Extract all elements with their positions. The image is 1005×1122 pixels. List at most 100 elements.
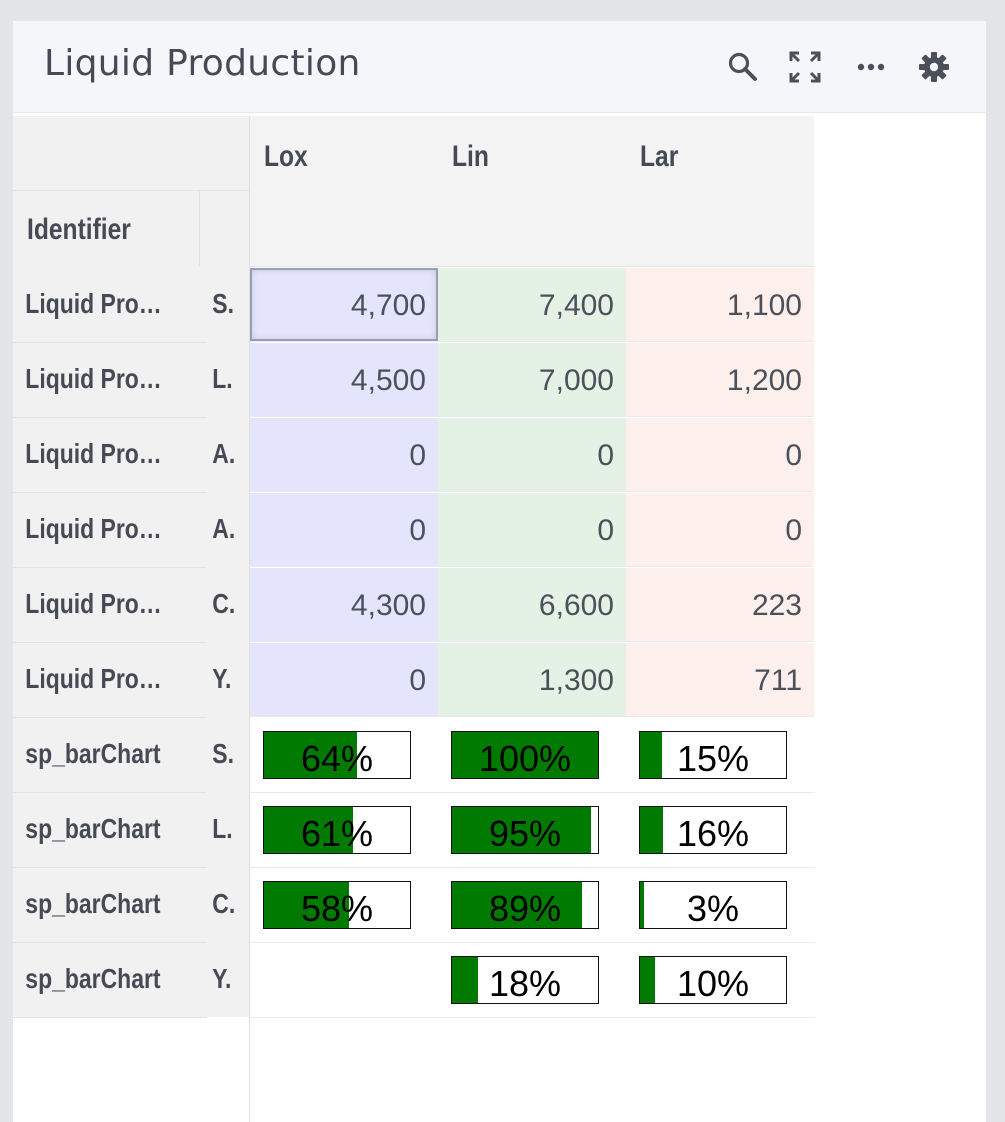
search-icon[interactable] <box>726 50 760 84</box>
bar-label: 15% <box>676 738 750 779</box>
value-text: 0 <box>785 514 802 547</box>
value-cell-lin[interactable]: 0 <box>438 493 626 567</box>
row-header[interactable]: sp_barChart L. <box>13 793 233 868</box>
value-cell-lin[interactable]: 0 <box>438 418 626 492</box>
value-cell-lox[interactable]: 0 <box>250 643 438 717</box>
row-header-code: C. <box>212 588 236 619</box>
value-cell-lox[interactable]: 4,500 <box>250 343 438 417</box>
row-header-name: Liquid Pro… <box>25 513 162 544</box>
value-cell-lar[interactable]: 0 <box>626 418 814 492</box>
value-cell-lin[interactable]: 6,600 <box>438 568 626 642</box>
row-header-name: Liquid Pro… <box>25 663 162 694</box>
value-text: 1,100 <box>726 289 802 322</box>
row-header-code: Y. <box>212 663 232 694</box>
row-header-code: C. <box>212 888 236 919</box>
column-header-label: Lox <box>264 140 308 173</box>
bar-label: 89% <box>488 888 562 929</box>
header-divider-vertical <box>199 191 200 266</box>
bar-cell-lox[interactable]: 58% <box>263 881 411 929</box>
row-header-name: sp_barChart <box>25 738 161 769</box>
value-text: 7,400 <box>538 289 614 322</box>
value-cell-lox[interactable]: 4,700 <box>250 268 438 342</box>
value-text: 0 <box>785 439 802 472</box>
row-divider <box>250 1017 815 1018</box>
value-text: 223 <box>751 589 802 622</box>
value-cell-lox[interactable]: 4,300 <box>250 568 438 642</box>
value-text: 0 <box>409 514 426 547</box>
bar-cell-lar[interactable]: 16% <box>639 806 787 854</box>
row-header[interactable]: Liquid Pro… A. <box>13 493 235 568</box>
row-header[interactable]: sp_barChart C. <box>13 868 235 943</box>
bar-cell-lox[interactable]: 61% <box>263 806 411 854</box>
bar-cell-lar[interactable]: 15% <box>639 731 787 779</box>
column-header-lar[interactable]: Lar <box>626 116 814 267</box>
bar-label: 58% <box>300 888 374 929</box>
bar-label: 18% <box>488 963 562 1004</box>
settings-icon[interactable] <box>917 50 951 84</box>
value-cell-lar[interactable]: 1,100 <box>626 268 814 342</box>
identifier-header[interactable]: Identifier <box>27 213 131 247</box>
bar-label: 100% <box>478 738 572 779</box>
value-text: 711 <box>754 664 802 697</box>
row-header-code: S. <box>212 288 234 319</box>
widget-panel: Liquid Production Identifier Lox Lin Lar… <box>13 21 986 1122</box>
row-header[interactable]: Liquid Pro… A. <box>13 418 235 493</box>
more-icon[interactable] <box>854 50 888 84</box>
bar-cell-lin[interactable]: 95% <box>451 806 599 854</box>
row-header-name: sp_barChart <box>25 813 161 844</box>
value-text: 1,300 <box>538 664 614 697</box>
row-header-code: A. <box>212 513 236 544</box>
row-header-name: Liquid Pro… <box>25 288 162 319</box>
bar-cell-lin[interactable]: 89% <box>451 881 599 929</box>
row-header[interactable]: sp_barChart S. <box>13 718 234 793</box>
value-text: 1,200 <box>726 364 802 397</box>
bar-cell-lox[interactable]: 64% <box>263 731 411 779</box>
row-header-name: Liquid Pro… <box>25 363 162 394</box>
value-cell-lin[interactable]: 1,300 <box>438 643 626 717</box>
value-cell-lox[interactable]: 0 <box>250 418 438 492</box>
row-header-code: L. <box>212 813 233 844</box>
value-cell-lin[interactable]: 7,400 <box>438 268 626 342</box>
row-header[interactable]: Liquid Pro… S. <box>13 268 234 343</box>
value-cell-lar[interactable]: 1,200 <box>626 343 814 417</box>
row-header-name: sp_barChart <box>25 888 161 919</box>
column-header-label: Lin <box>452 140 489 173</box>
widget-header: Liquid Production <box>13 21 986 113</box>
value-cell-lin[interactable]: 7,000 <box>438 343 626 417</box>
bar-cell-lin[interactable]: 18% <box>451 956 599 1004</box>
value-text: 7,000 <box>538 364 614 397</box>
bar-cell-lar[interactable]: 10% <box>639 956 787 1004</box>
bar-label: 61% <box>300 813 374 854</box>
bar-label: 16% <box>676 813 750 854</box>
column-header-label: Lar <box>640 140 679 173</box>
row-divider <box>250 792 815 793</box>
bar-label: 3% <box>686 888 740 929</box>
bar-label: 64% <box>300 738 374 779</box>
row-header-name: Liquid Pro… <box>25 588 162 619</box>
value-text: 0 <box>597 439 614 472</box>
bar-cell-lin[interactable]: 100% <box>451 731 599 779</box>
row-header-code: L. <box>212 363 233 394</box>
row-header[interactable]: Liquid Pro… Y. <box>13 643 231 718</box>
bar-label: 10% <box>676 963 750 1004</box>
value-cell-lox[interactable]: 0 <box>250 493 438 567</box>
widget-title: Liquid Production <box>44 43 361 84</box>
row-header-code: A. <box>212 438 236 469</box>
row-divider <box>250 867 815 868</box>
bar-cell-lar[interactable]: 3% <box>639 881 787 929</box>
row-header-name: Liquid Pro… <box>25 438 162 469</box>
row-header[interactable]: Liquid Pro… L. <box>13 343 233 418</box>
value-cell-lar[interactable]: 223 <box>626 568 814 642</box>
row-divider <box>250 942 815 943</box>
row-header[interactable]: Liquid Pro… C. <box>13 568 235 643</box>
column-header-lox[interactable]: Lox <box>250 116 438 267</box>
value-text: 0 <box>409 664 426 697</box>
row-header-name: sp_barChart <box>25 963 161 994</box>
row-header-code: S. <box>212 738 234 769</box>
value-cell-lar[interactable]: 711 <box>626 643 814 717</box>
column-header-lin[interactable]: Lin <box>438 116 626 267</box>
expand-icon[interactable] <box>788 50 822 84</box>
value-cell-lar[interactable]: 0 <box>626 493 814 567</box>
row-header[interactable]: sp_barChart Y. <box>13 943 231 1018</box>
header-divider <box>13 190 249 191</box>
